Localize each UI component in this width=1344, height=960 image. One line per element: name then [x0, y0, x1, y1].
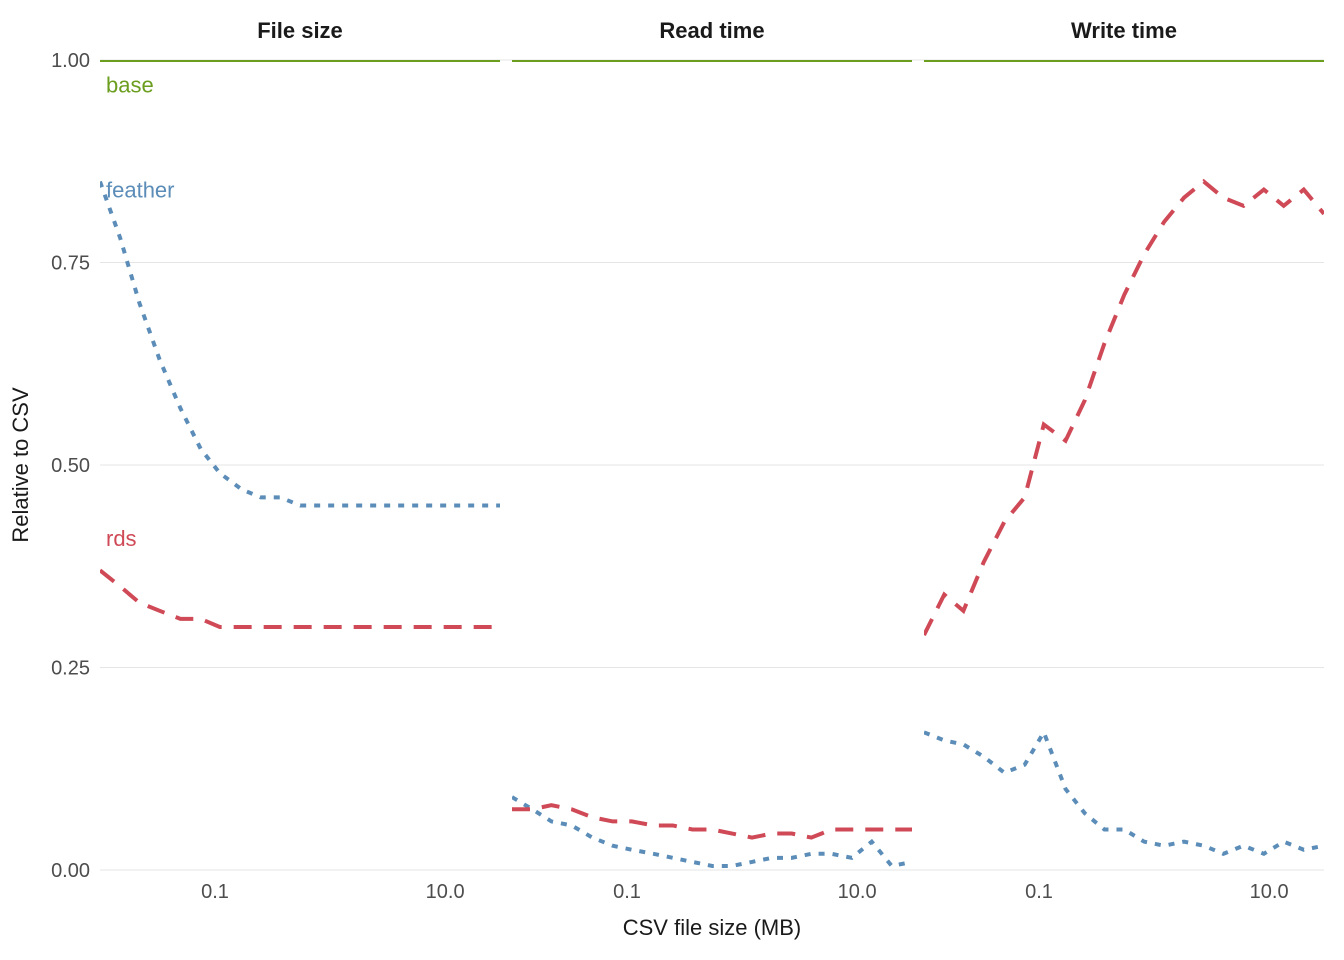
y-tick-label: 1.00: [51, 50, 90, 72]
y-tick-label: 0.75: [51, 253, 90, 275]
x-tick-label: 10.0: [1250, 881, 1289, 903]
x-tick-label: 10.0: [838, 881, 877, 903]
y-axis-label: Relative to CSV: [8, 387, 33, 543]
series-label-base: base: [106, 72, 154, 97]
series-line-rds: [512, 805, 912, 837]
series-line-feather: [924, 732, 1324, 854]
series-line-feather: [100, 182, 500, 506]
x-tick-label: 0.1: [1025, 881, 1053, 903]
series-line-rds: [924, 182, 1324, 636]
x-tick-label: 0.1: [613, 881, 641, 903]
facet-title: File size: [257, 18, 343, 43]
y-tick-label: 0.25: [51, 658, 90, 680]
chart-svg: Relative to CSV 0.00 0.25 0.50 0.75 1.00 CSV f…: [0, 0, 1344, 960]
facet-title: Write time: [1071, 18, 1177, 43]
series-label-feather: feather: [106, 178, 175, 203]
y-tick-label: 0.50: [51, 455, 90, 477]
y-tick-label: 0.00: [51, 860, 90, 882]
chart-container: Relative to CSV 0.00 0.25 0.50 0.75 1.00 CSV f…: [0, 0, 1344, 960]
facet-title: Read time: [659, 18, 764, 43]
series-line-rds: [100, 570, 500, 627]
x-tick-label: 10.0: [426, 881, 465, 903]
x-axis-label: CSV file size (MB): [623, 915, 801, 940]
series-label-rds: rds: [106, 526, 137, 551]
x-tick-label: 0.1: [201, 881, 229, 903]
